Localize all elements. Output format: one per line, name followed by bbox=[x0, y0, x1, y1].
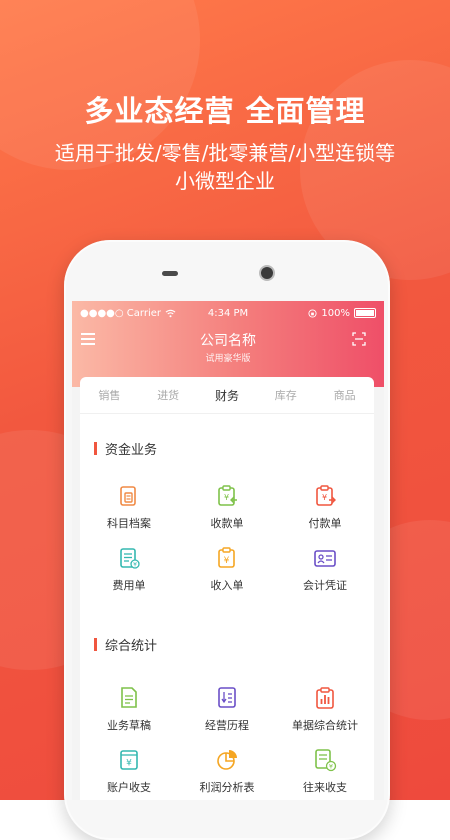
bar-stats-icon bbox=[316, 687, 334, 709]
funds-grid: 科目档案 ¥ 收款单 ¥ 付款单 ¥ 费用单 ¥ 收入单 会计凭证 bbox=[80, 483, 374, 593]
pie-chart-icon bbox=[217, 750, 237, 770]
section-title-funds: 资金业务 bbox=[94, 439, 157, 458]
phone-screen: ●●●●○ Carrier 4:34 PM 100% 公司名称 试用豪华版 销售… bbox=[72, 301, 384, 800]
grid-item-label: 会计凭证 bbox=[303, 579, 347, 592]
receipt-in-icon: ¥ bbox=[218, 485, 237, 506]
svg-text:¥: ¥ bbox=[133, 562, 137, 569]
expense-doc-icon: ¥ bbox=[120, 548, 140, 569]
tab-sales[interactable]: 销售 bbox=[80, 387, 139, 403]
phone-speaker bbox=[162, 271, 178, 276]
grid-item-history[interactable]: 经营历程 bbox=[178, 685, 276, 733]
phone-camera bbox=[261, 267, 273, 279]
battery-percent: 100% bbox=[321, 307, 351, 319]
grid-item-label: 费用单 bbox=[112, 579, 146, 592]
folder-icon bbox=[120, 486, 136, 506]
rotation-lock-icon bbox=[308, 308, 317, 318]
section-title-statistics: 综合统计 bbox=[94, 635, 157, 654]
grid-item-voucher[interactable]: 会计凭证 bbox=[276, 545, 374, 593]
category-tabs: 销售 进货 财务 库存 商品 bbox=[80, 377, 374, 414]
grid-item-label: 付款单 bbox=[308, 517, 342, 530]
svg-text:¥: ¥ bbox=[126, 759, 132, 769]
wifi-icon bbox=[165, 309, 176, 317]
exchange-doc-icon: ¥ bbox=[315, 749, 337, 772]
grid-item-receipt[interactable]: ¥ 收款单 bbox=[178, 483, 276, 531]
grid-item-label: 往来收支 bbox=[303, 781, 347, 794]
promo-headline: 多业态经营 全面管理 bbox=[84, 94, 366, 128]
grid-item-label: 账户收支 bbox=[107, 781, 151, 794]
voucher-card-icon bbox=[314, 550, 336, 567]
app-header: ●●●●○ Carrier 4:34 PM 100% 公司名称 试用豪华版 bbox=[72, 301, 384, 387]
company-name: 公司名称 bbox=[200, 333, 256, 349]
account-yen-icon: ¥ bbox=[120, 750, 138, 770]
svg-text:¥: ¥ bbox=[322, 493, 327, 502]
income-doc-icon: ¥ bbox=[218, 547, 235, 568]
grid-item-label: 业务草稿 bbox=[107, 719, 151, 732]
svg-text:¥: ¥ bbox=[329, 763, 333, 771]
function-card: 销售 进货 财务 库存 商品 资金业务 科目档案 ¥ 收款单 ¥ 付款单 ¥ 费… bbox=[80, 377, 374, 800]
carrier-label: ●●●●○ Carrier bbox=[80, 307, 162, 319]
section-accent-bar bbox=[94, 442, 97, 455]
grid-item-profit-analysis[interactable]: 利润分析表 bbox=[178, 747, 276, 795]
grid-item-account-balance[interactable]: ¥ 账户收支 bbox=[80, 747, 178, 795]
grid-item-document-stats[interactable]: 单据综合统计 bbox=[276, 685, 374, 733]
tab-inventory[interactable]: 库存 bbox=[256, 387, 315, 403]
grid-item-label: 经营历程 bbox=[205, 719, 249, 732]
tab-products[interactable]: 商品 bbox=[315, 387, 374, 403]
section-accent-bar bbox=[94, 638, 97, 651]
tab-purchase[interactable]: 进货 bbox=[139, 387, 198, 403]
section-title-text: 资金业务 bbox=[105, 443, 158, 458]
grid-item-income[interactable]: ¥ 收入单 bbox=[178, 545, 276, 593]
battery-icon bbox=[354, 308, 377, 318]
status-time: 4:34 PM bbox=[207, 307, 249, 319]
grid-item-label: 收入单 bbox=[210, 579, 244, 592]
grid-item-subject-archive[interactable]: 科目档案 bbox=[80, 483, 178, 531]
statistics-grid: 业务草稿 经营历程 单据综合统计 ¥ 账户收支 利润分析表 ¥ 往来收支 bbox=[80, 685, 374, 795]
grid-item-label: 利润分析表 bbox=[199, 781, 255, 794]
receipt-out-icon: ¥ bbox=[316, 485, 336, 506]
grid-item-drafts[interactable]: 业务草稿 bbox=[80, 685, 178, 733]
promo-subtitle-line1: 适用于批发/零售/批零兼营/小型连锁等 bbox=[54, 141, 396, 165]
draft-doc-icon bbox=[121, 687, 137, 708]
history-doc-icon bbox=[218, 687, 236, 708]
grid-item-exchange[interactable]: ¥ 往来收支 bbox=[276, 747, 374, 795]
tab-finance[interactable]: 财务 bbox=[198, 387, 257, 404]
scan-icon[interactable] bbox=[352, 332, 366, 346]
svg-text:¥: ¥ bbox=[224, 556, 230, 566]
section-title-text: 综合统计 bbox=[105, 639, 158, 654]
grid-item-expense[interactable]: ¥ 费用单 bbox=[80, 545, 178, 593]
edition-label: 试用豪华版 bbox=[205, 354, 251, 364]
grid-item-payment[interactable]: ¥ 付款单 bbox=[276, 483, 374, 531]
grid-item-label: 收款单 bbox=[210, 517, 244, 530]
status-bar: ●●●●○ Carrier 4:34 PM 100% bbox=[80, 305, 377, 321]
promo-subtitle-line2: 小微型企业 bbox=[175, 169, 275, 193]
grid-item-label: 科目档案 bbox=[107, 517, 151, 530]
svg-text:¥: ¥ bbox=[224, 493, 229, 502]
grid-item-label: 单据综合统计 bbox=[292, 719, 358, 732]
